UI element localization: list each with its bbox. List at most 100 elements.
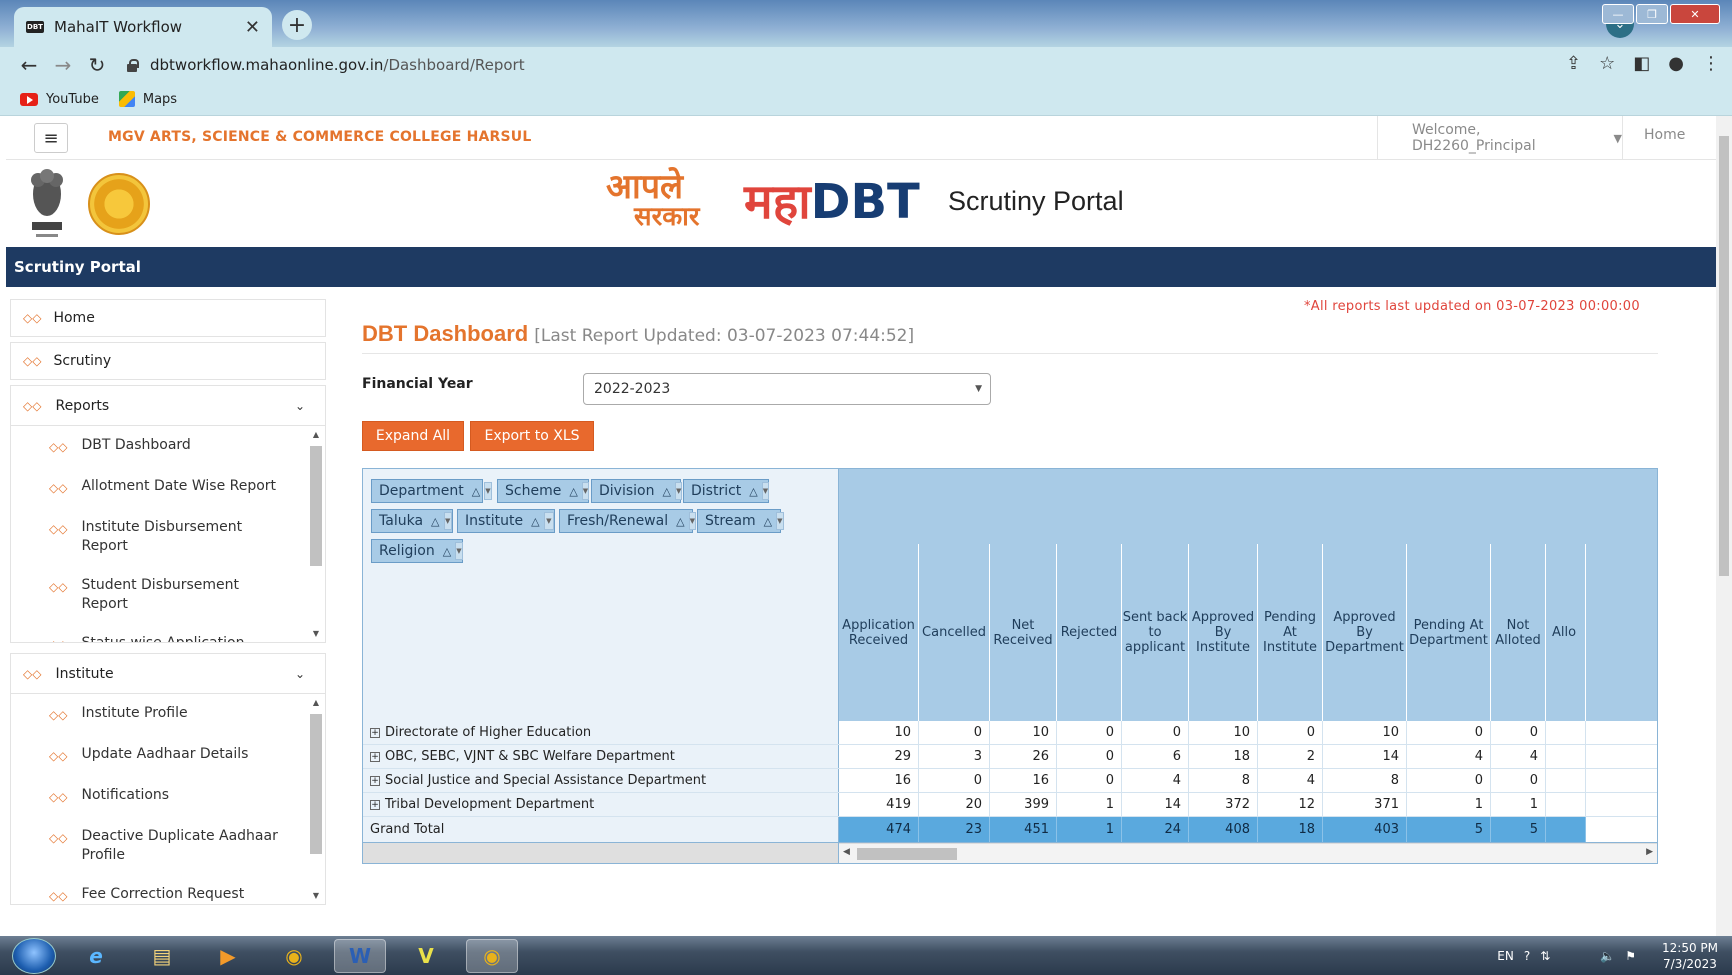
filter-dropdown-icon[interactable]: ▼ <box>674 482 683 500</box>
share-icon[interactable]: ⇪ <box>1566 53 1581 74</box>
column-header[interactable]: Pending At Department <box>1407 544 1491 721</box>
filter-dropdown-icon[interactable]: ▼ <box>455 542 463 560</box>
word-icon[interactable]: W <box>334 938 386 973</box>
home-link[interactable]: Home <box>1644 127 1685 143</box>
sidebar-item-institute-disbursement[interactable]: ◇◇ Institute Disbursement Report <box>11 508 325 566</box>
export-xls-button[interactable]: Export to XLS <box>470 421 594 451</box>
reload-icon[interactable]: ↻ <box>80 53 114 77</box>
column-header[interactable]: Application Received <box>839 544 919 721</box>
user-menu[interactable]: Welcome, DH2260_Principal ▼ <box>1377 116 1623 160</box>
network-icon[interactable]: ⇅ <box>1540 949 1550 963</box>
scroll-down-icon[interactable]: ▼ <box>310 629 322 638</box>
row-header[interactable]: + Social Justice and Special Assistance D… <box>363 769 839 792</box>
close-window-button[interactable]: ✕ <box>1670 4 1720 24</box>
sort-triangle-icon[interactable]: △ <box>443 545 451 558</box>
sidebar-item-institute[interactable]: ◇◇ Institute ⌄ <box>11 654 325 694</box>
row-header[interactable]: + OBC, SEBC, VJNT & SBC Welfare Departmen… <box>363 745 839 768</box>
column-header[interactable]: Sent back to applicant <box>1122 544 1189 721</box>
pivot-field-institute[interactable]: Institute △ ▼ <box>457 509 555 533</box>
action-center-icon[interactable]: ⚑ <box>1625 949 1636 963</box>
pivot-field-taluka[interactable]: Taluka △ ▼ <box>371 509 453 533</box>
close-tab-icon[interactable]: ✕ <box>245 17 260 38</box>
help-icon[interactable]: ? <box>1524 949 1530 963</box>
scrollbar-thumb[interactable] <box>857 848 957 860</box>
scroll-right-icon[interactable]: ▶ <box>1646 847 1653 857</box>
column-header[interactable]: Not Alloted <box>1491 544 1546 721</box>
address-bar[interactable]: dbtworkflow.mahaonline.gov.in/Dashboard/… <box>126 50 1634 80</box>
pivot-field-fresh-renewal[interactable]: Fresh/Renewal △ ▼ <box>559 509 696 533</box>
expand-plus-icon[interactable]: + <box>370 751 380 762</box>
sort-triangle-icon[interactable]: △ <box>569 485 577 498</box>
filter-dropdown-icon[interactable]: ▼ <box>581 482 590 500</box>
app-v-icon[interactable]: V <box>400 939 452 973</box>
chrome-icon[interactable]: ◉ <box>268 939 320 973</box>
browser-tab[interactable]: DBT MahaIT Workflow ✕ <box>14 7 272 47</box>
submenu-scrollbar[interactable]: ▲ ▼ <box>310 430 322 638</box>
row-header[interactable]: + Directorate of Higher Education <box>363 721 839 744</box>
sidebar-item-notifications[interactable]: ◇◇ Notifications <box>11 776 325 817</box>
scrollbar-thumb[interactable] <box>310 714 322 854</box>
pivot-field-department[interactable]: Department △ ▼ <box>371 479 492 503</box>
scrollbar-thumb[interactable] <box>1719 136 1729 576</box>
back-icon[interactable]: ← <box>12 53 46 77</box>
filter-dropdown-icon[interactable]: ▼ <box>484 482 492 500</box>
pivot-field-religion[interactable]: Religion △ ▼ <box>371 539 463 563</box>
filter-dropdown-icon[interactable]: ▼ <box>776 512 784 530</box>
scroll-up-icon[interactable]: ▲ <box>310 698 322 707</box>
bookmark-youtube[interactable]: YouTube <box>20 92 99 107</box>
menu-kebab-icon[interactable]: ⋮ <box>1702 53 1720 74</box>
new-tab-button[interactable]: + <box>282 10 312 40</box>
clock[interactable]: 12:50 PM 7/3/2023 <box>1662 940 1718 972</box>
sidebar-item-home[interactable]: ◇◇ Home <box>10 299 326 337</box>
start-button[interactable] <box>12 937 56 974</box>
column-header[interactable]: Cancelled <box>919 544 990 721</box>
hamburger-menu-icon[interactable]: ≡ <box>34 123 68 153</box>
financial-year-select[interactable]: 2022-2023 ▼ <box>583 373 991 405</box>
expand-all-button[interactable]: Expand All <box>362 421 464 451</box>
column-header[interactable]: Rejected <box>1057 544 1122 721</box>
sidebar-item-allotment-date-wise[interactable]: ◇◇ Allotment Date Wise Report <box>11 467 325 508</box>
bookmark-star-icon[interactable]: ☆ <box>1599 53 1615 74</box>
sidebar-item-dbt-dashboard[interactable]: ◇◇ DBT Dashboard <box>11 426 325 467</box>
forward-icon[interactable]: → <box>46 53 80 77</box>
chrome-active-icon[interactable]: ◉ <box>466 938 518 973</box>
maximize-button[interactable]: ❐ <box>1636 4 1668 24</box>
sort-triangle-icon[interactable]: △ <box>662 485 670 498</box>
sidebar-item-fee-correction[interactable]: ◇◇ Fee Correction Request <box>11 875 325 904</box>
row-header[interactable]: + Tribal Development Department <box>363 793 839 816</box>
minimize-button[interactable]: — <box>1602 4 1634 24</box>
sort-triangle-icon[interactable]: △ <box>531 515 539 528</box>
filter-dropdown-icon[interactable]: ▼ <box>688 512 696 530</box>
sidebar-item-scrutiny[interactable]: ◇◇ Scrutiny <box>10 342 326 380</box>
sort-triangle-icon[interactable]: △ <box>764 515 772 528</box>
internet-explorer-icon[interactable]: e <box>70 939 122 973</box>
expand-plus-icon[interactable]: + <box>370 799 380 810</box>
filter-dropdown-icon[interactable]: ▼ <box>443 512 452 530</box>
column-header[interactable]: Approved By Institute <box>1189 544 1258 721</box>
sort-triangle-icon[interactable]: △ <box>749 485 757 498</box>
sidebar-item-student-disbursement[interactable]: ◇◇ Student Disbursement Report <box>11 566 325 624</box>
sort-triangle-icon[interactable]: △ <box>676 515 684 528</box>
expand-plus-icon[interactable]: + <box>370 727 380 738</box>
bookmark-maps[interactable]: Maps <box>118 91 177 107</box>
media-player-icon[interactable]: ▶ <box>202 939 254 973</box>
language-indicator[interactable]: EN <box>1497 949 1514 963</box>
volume-icon[interactable]: 🔈 <box>1600 949 1615 963</box>
pivot-field-stream[interactable]: Stream △ ▼ <box>697 509 784 533</box>
column-header[interactable]: Approved By Department <box>1323 544 1407 721</box>
filter-dropdown-icon[interactable]: ▼ <box>761 482 770 500</box>
filter-dropdown-icon[interactable]: ▼ <box>543 512 554 530</box>
sidebar-item-institute-profile[interactable]: ◇◇ Institute Profile <box>11 694 325 735</box>
sidebar-item-reports[interactable]: ◇◇ Reports ⌄ <box>11 386 325 426</box>
page-scrollbar[interactable] <box>1716 116 1732 936</box>
submenu-scrollbar[interactable]: ▲ ▼ <box>310 698 322 900</box>
profile-avatar-icon[interactable]: ● <box>1668 53 1684 74</box>
sort-triangle-icon[interactable]: △ <box>472 485 480 498</box>
file-explorer-icon[interactable]: ▤ <box>136 939 188 973</box>
column-header[interactable]: Pending At Institute <box>1258 544 1323 721</box>
scroll-up-icon[interactable]: ▲ <box>310 430 322 439</box>
pivot-field-scheme[interactable]: Scheme △ ▼ <box>497 479 590 503</box>
scroll-down-icon[interactable]: ▼ <box>310 891 322 900</box>
column-header[interactable]: Allo <box>1546 544 1586 721</box>
horizontal-scrollbar[interactable]: ◀ ▶ <box>839 843 1657 863</box>
